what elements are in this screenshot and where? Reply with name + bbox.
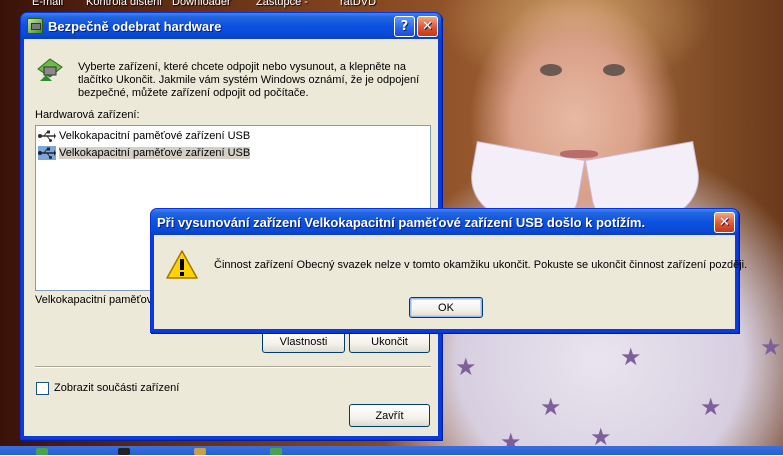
- close-button[interactable]: Zavřít: [349, 404, 430, 427]
- list-item[interactable]: Velkokapacitní paměťové zařízení USB: [38, 144, 251, 161]
- desktop-icon-label[interactable]: Kontrola disteni: [86, 0, 162, 8]
- desktop-icon-label[interactable]: ratDVD: [340, 0, 376, 8]
- wallpaper-detail: ★: [760, 333, 782, 361]
- hardware-list-label: Hardwarová zařízení:: [35, 109, 140, 121]
- error-dialog: Při vysunování zařízení Velkokapacitní p…: [150, 208, 747, 333]
- list-item[interactable]: Velkokapacitní paměťové zařízení USB: [38, 127, 250, 144]
- dialog-titlebar[interactable]: Při vysunování zařízení Velkokapacitní p…: [151, 209, 738, 235]
- error-message: Činnost zařízení Obecný svazek nelze v t…: [214, 259, 748, 271]
- window-titlebar[interactable]: Bezpečně odebrat hardware ? ✕: [21, 13, 441, 39]
- selected-device-status: Velkokapacitní paměťov: [35, 294, 153, 306]
- stop-button[interactable]: Ukončit: [349, 330, 430, 353]
- instructions-line-1: Vyberte zařízení, které chcete odpojit n…: [78, 61, 406, 73]
- device-label: Velkokapacitní paměťové zařízení USB: [59, 129, 251, 142]
- close-dialog-button[interactable]: ✕: [714, 212, 735, 233]
- wallpaper-detail: [560, 150, 598, 158]
- dialog-title: Při vysunování zařízení Velkokapacitní p…: [157, 214, 646, 230]
- instructions-line-3: bezpečné, můžete zařízení odpojit od poč…: [78, 87, 309, 99]
- show-components-checkbox[interactable]: [36, 382, 49, 395]
- desktop-icon-label[interactable]: Zástupce -: [256, 0, 308, 8]
- taskbar-app-icon[interactable]: [36, 448, 48, 455]
- dialog-body: Činnost zařízení Obecný svazek nelze v t…: [154, 235, 747, 329]
- wallpaper-detail: [540, 64, 562, 76]
- wallpaper-detail: ★: [455, 353, 477, 381]
- help-button[interactable]: ?: [394, 16, 415, 37]
- device-label: Velkokapacitní paměťové zařízení USB: [59, 146, 251, 159]
- wallpaper-detail: [603, 64, 625, 76]
- window-title: Bezpečně odebrat hardware: [48, 18, 222, 34]
- usb-device-icon: [38, 130, 56, 142]
- divider: [35, 366, 431, 368]
- ok-button[interactable]: OK: [409, 297, 483, 318]
- taskbar-app-icon[interactable]: [118, 448, 130, 455]
- wallpaper-detail: ★: [700, 393, 722, 421]
- safely-remove-hardware-icon: [27, 18, 43, 34]
- hardware-eject-icon: [37, 58, 63, 81]
- close-window-button[interactable]: ✕: [417, 16, 438, 37]
- warning-icon: [166, 250, 198, 279]
- taskbar-app-icon[interactable]: [270, 448, 282, 455]
- usb-device-icon: [38, 145, 56, 160]
- desktop-icon-label[interactable]: E-mail: [32, 0, 63, 8]
- wallpaper-detail: ★: [620, 343, 642, 371]
- show-components-label[interactable]: Zobrazit součásti zařízení: [54, 382, 179, 395]
- instructions-line-2: tlačítko Ukončit. Jakmile vám systém Win…: [78, 74, 420, 86]
- desktop-icon-label[interactable]: Downloader: [172, 0, 231, 8]
- wallpaper-detail: ★: [540, 393, 562, 421]
- taskbar-app-icon[interactable]: [194, 448, 206, 455]
- properties-button[interactable]: Vlastnosti: [262, 330, 345, 353]
